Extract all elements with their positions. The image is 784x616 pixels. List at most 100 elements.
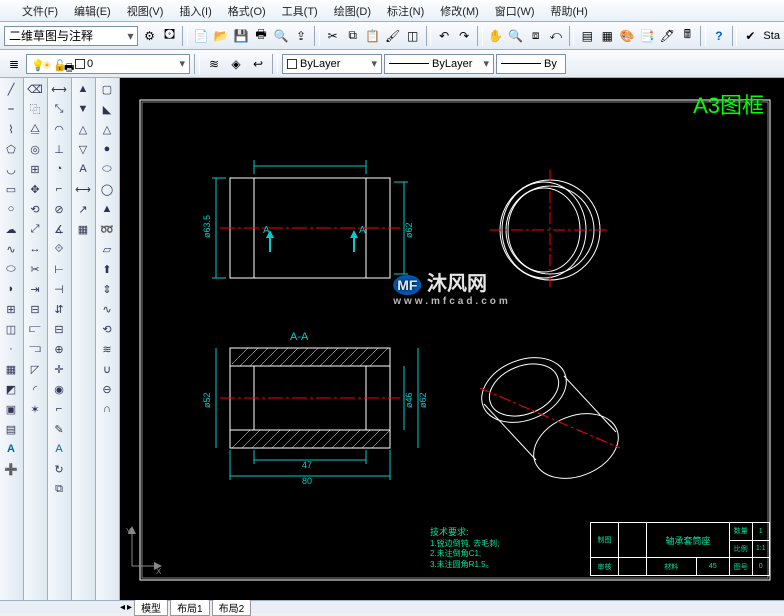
mtext-tool[interactable]: A [1, 440, 21, 458]
inspection-tool[interactable]: ◉ [49, 380, 69, 398]
radius-dim-tool[interactable]: ◔ [49, 160, 69, 178]
zoom-previous-button[interactable]: ⤺ [547, 26, 565, 46]
extend-tool[interactable]: ⇥ [25, 280, 45, 298]
markup-button[interactable]: 🖊 [658, 26, 676, 46]
break-at-point-tool[interactable]: ⊟ [25, 300, 45, 318]
open-button[interactable]: 📂 [212, 26, 230, 46]
insert-block-tool[interactable]: ⊞ [1, 300, 21, 318]
bring-above-tool[interactable]: △ [73, 120, 93, 138]
standards-check-button[interactable]: ✔ [741, 26, 759, 46]
helix-tool[interactable]: ➿ [97, 220, 117, 238]
menu-file[interactable]: 文件(F) [18, 1, 62, 21]
stretch-tool[interactable]: ↔ [25, 240, 45, 258]
quick-dim-tool[interactable]: ⟐ [49, 240, 69, 258]
menu-format[interactable]: 格式(O) [224, 1, 270, 21]
dim-front-tool[interactable]: ⟷ [73, 180, 93, 198]
zoom-window-button[interactable]: ⧈ [527, 26, 545, 46]
layer-properties-button[interactable]: ≣ [4, 54, 24, 74]
ellipse-arc-tool[interactable]: ◗ [1, 280, 21, 298]
point-tool[interactable]: · [1, 340, 21, 358]
cut-button[interactable]: ✂ [324, 26, 342, 46]
torus-tool[interactable]: ◯ [97, 180, 117, 198]
diameter-dim-tool[interactable]: ⊘ [49, 200, 69, 218]
match-properties-button[interactable]: 🖌 [384, 26, 402, 46]
dim-space-tool[interactable]: ⇵ [49, 300, 69, 318]
chamfer-tool[interactable]: ◸ [25, 360, 45, 378]
center-mark-tool[interactable]: ✛ [49, 360, 69, 378]
join-tool[interactable]: ⫎ [25, 340, 45, 358]
explode-tool[interactable]: ✶ [25, 400, 45, 418]
line-tool[interactable]: ╱ [1, 80, 21, 98]
offset-tool[interactable]: ◎ [25, 140, 45, 158]
table-tool[interactable]: ▤ [1, 420, 21, 438]
menu-window[interactable]: 窗口(W) [491, 1, 539, 21]
polyline-tool[interactable]: ⌇ [1, 120, 21, 138]
tool-palettes-button[interactable]: 🎨 [618, 26, 636, 46]
array-tool[interactable]: ⊞ [25, 160, 45, 178]
tab-scroll-right[interactable]: ▸ [127, 602, 132, 613]
paste-button[interactable]: 📋 [364, 26, 382, 46]
block-editor-button[interactable]: ◫ [404, 26, 422, 46]
layer-isolate-button[interactable]: ◈ [226, 54, 246, 74]
xline-tool[interactable]: ⎯ [1, 100, 21, 118]
aligned-dim-tool[interactable]: ⤡ [49, 100, 69, 118]
copy-button[interactable]: ⧉ [344, 26, 362, 46]
jogged-dim-tool[interactable]: ⌐ [49, 180, 69, 198]
linetype-dropdown[interactable]: ByLayer ▾ [384, 54, 494, 74]
save-button[interactable]: 💾 [232, 26, 250, 46]
make-block-tool[interactable]: ◫ [1, 320, 21, 338]
menu-modify[interactable]: 修改(M) [436, 1, 483, 21]
undo-button[interactable]: ↶ [435, 26, 453, 46]
menu-view[interactable]: 视图(V) [123, 1, 168, 21]
gradient-tool[interactable]: ◩ [1, 380, 21, 398]
bring-front-tool[interactable]: ▲ [73, 80, 93, 98]
tolerance-tool[interactable]: ⊕ [49, 340, 69, 358]
dim-text-edit-tool[interactable]: A [49, 440, 69, 458]
planar-surface-tool[interactable]: ▱ [97, 240, 117, 258]
leader-front-tool[interactable]: ↗ [73, 200, 93, 218]
menu-dimension[interactable]: 标注(N) [383, 1, 428, 21]
cone-tool[interactable]: △ [97, 120, 117, 138]
tab-scroll-left[interactable]: ◂ [120, 602, 125, 613]
subtract-tool[interactable]: ⊖ [97, 380, 117, 398]
sweep-tool[interactable]: ∿ [97, 300, 117, 318]
text-front-tool[interactable]: A [73, 160, 93, 178]
sheet-set-button[interactable]: 📑 [638, 26, 656, 46]
pyramid-tool[interactable]: ▲ [97, 200, 117, 218]
linear-dim-tool[interactable]: ⟷ [49, 80, 69, 98]
send-back-tool[interactable]: ▼ [73, 100, 93, 118]
redo-button[interactable]: ↷ [455, 26, 473, 46]
layer-states-button[interactable]: ≋ [204, 54, 224, 74]
menu-insert[interactable]: 插入(I) [175, 1, 215, 21]
move-tool[interactable]: ✥ [25, 180, 45, 198]
polygon-tool[interactable]: ⬠ [1, 140, 21, 158]
hatch-tool[interactable]: ▦ [1, 360, 21, 378]
loft-tool[interactable]: ≋ [97, 340, 117, 358]
baseline-dim-tool[interactable]: ⊢ [49, 260, 69, 278]
mirror-tool[interactable]: ⧋ [25, 120, 45, 138]
ordinate-dim-tool[interactable]: ⊥ [49, 140, 69, 158]
region-tool[interactable]: ▣ [1, 400, 21, 418]
menu-help[interactable]: 帮助(H) [547, 1, 592, 21]
help-button[interactable]: ? [710, 26, 728, 46]
box-tool[interactable]: ▢ [97, 80, 117, 98]
dim-update-tool[interactable]: ↻ [49, 460, 69, 478]
revolve-tool[interactable]: ⟲ [97, 320, 117, 338]
workspace-dropdown[interactable]: 二维草图与注释 ▾ [4, 26, 138, 46]
scale-tool[interactable]: ⤢ [25, 220, 45, 238]
menu-draw[interactable]: 绘图(D) [330, 1, 375, 21]
intersect-tool[interactable]: ∩ [97, 400, 117, 418]
designcenter-button[interactable]: ▦ [598, 26, 616, 46]
erase-tool[interactable]: ⌫ [25, 80, 45, 98]
arc-length-dim-tool[interactable]: ◠ [49, 120, 69, 138]
drawing-canvas[interactable]: ø63.5 ø62 A A A-A [120, 78, 784, 600]
print-preview-button[interactable]: 🔍 [272, 26, 290, 46]
sphere-tool[interactable]: ● [97, 140, 117, 158]
workspace-settings-button[interactable]: ⚙ [140, 26, 158, 46]
layer-previous-button[interactable]: ↩ [248, 54, 268, 74]
presspull-tool[interactable]: ⇕ [97, 280, 117, 298]
color-dropdown[interactable]: ByLayer ▾ [282, 54, 382, 74]
add-selected-tool[interactable]: ➕ [1, 460, 21, 478]
hatch-back-tool[interactable]: ▦ [73, 220, 93, 238]
dim-edit-tool[interactable]: ✎ [49, 420, 69, 438]
